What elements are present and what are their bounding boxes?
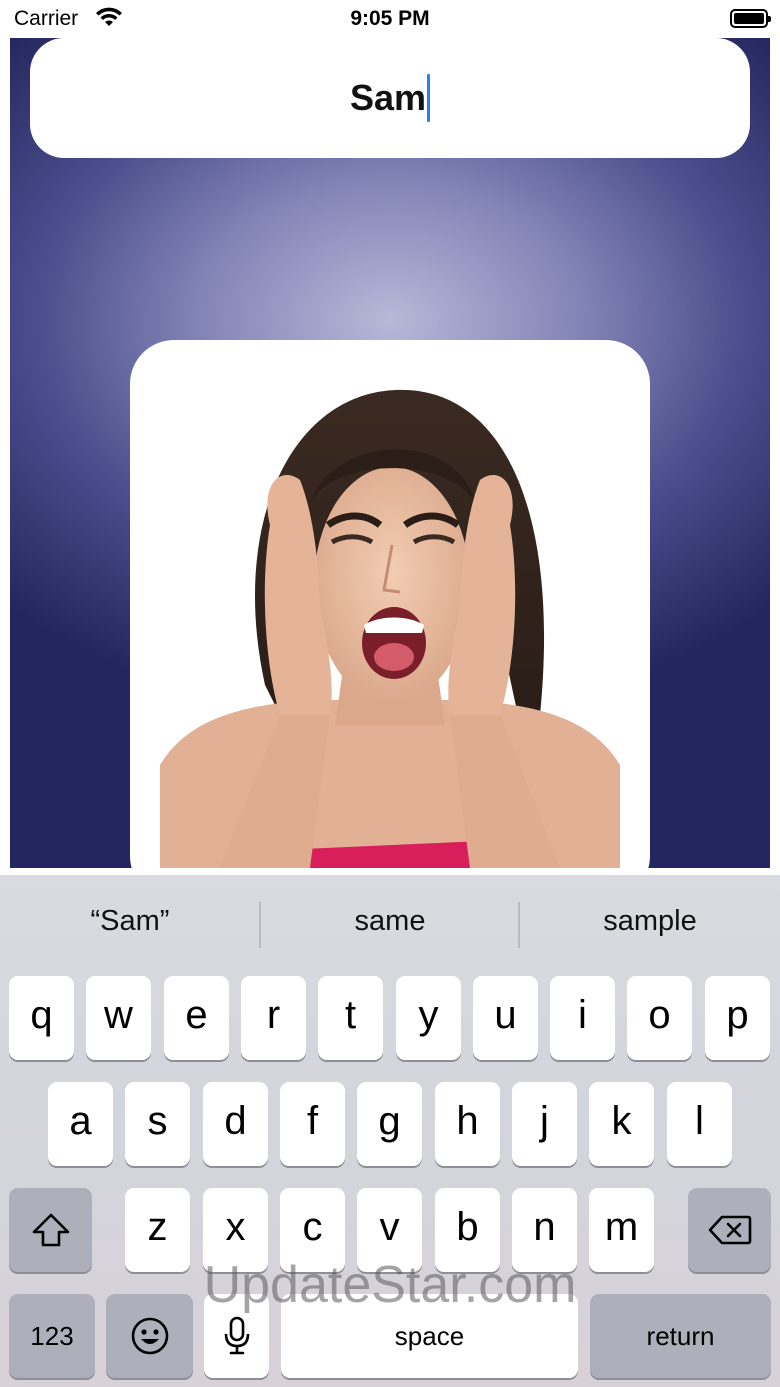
key-q[interactable]: q bbox=[9, 976, 74, 1060]
key-c[interactable]: c bbox=[280, 1188, 345, 1272]
key-y[interactable]: y bbox=[396, 976, 461, 1060]
key-z[interactable]: z bbox=[125, 1188, 190, 1272]
suggestion-3[interactable]: sample bbox=[520, 905, 780, 938]
shift-key[interactable] bbox=[9, 1188, 92, 1272]
shift-icon bbox=[32, 1213, 69, 1247]
space-key[interactable]: space bbox=[281, 1294, 578, 1378]
delete-key[interactable] bbox=[688, 1188, 771, 1272]
numbers-key[interactable]: 123 bbox=[9, 1294, 95, 1378]
key-e[interactable]: e bbox=[164, 976, 229, 1060]
key-i[interactable]: i bbox=[550, 976, 615, 1060]
keyboard: “Sam” same sample q w e r t y u i o p a … bbox=[0, 875, 780, 1387]
key-d[interactable]: d bbox=[203, 1082, 268, 1166]
key-l[interactable]: l bbox=[667, 1082, 732, 1166]
delete-icon bbox=[708, 1215, 751, 1245]
emoji-key[interactable] bbox=[106, 1294, 193, 1378]
photo-card[interactable] bbox=[130, 340, 650, 868]
key-t[interactable]: t bbox=[318, 976, 383, 1060]
key-r[interactable]: r bbox=[241, 976, 306, 1060]
microphone-key[interactable] bbox=[204, 1294, 269, 1378]
key-s[interactable]: s bbox=[125, 1082, 190, 1166]
suggestion-1[interactable]: “Sam” bbox=[0, 905, 260, 938]
name-input-value: Sam bbox=[349, 77, 427, 118]
key-a[interactable]: a bbox=[48, 1082, 113, 1166]
return-key[interactable]: return bbox=[590, 1294, 771, 1378]
microphone-icon bbox=[224, 1316, 249, 1355]
key-x[interactable]: x bbox=[203, 1188, 268, 1272]
name-input[interactable]: Sam bbox=[30, 38, 750, 158]
key-f[interactable]: f bbox=[280, 1082, 345, 1166]
key-v[interactable]: v bbox=[357, 1188, 422, 1272]
key-j[interactable]: j bbox=[512, 1082, 577, 1166]
key-m[interactable]: m bbox=[589, 1188, 654, 1272]
clock: 9:05 PM bbox=[350, 7, 430, 30]
emoji-icon bbox=[131, 1317, 168, 1355]
key-o[interactable]: o bbox=[627, 976, 692, 1060]
key-p[interactable]: p bbox=[705, 976, 770, 1060]
text-cursor bbox=[427, 74, 431, 122]
key-n[interactable]: n bbox=[512, 1188, 577, 1272]
key-w[interactable]: w bbox=[86, 976, 151, 1060]
suggestion-bar: “Sam” same sample bbox=[0, 875, 780, 975]
numbers-key-label: 123 bbox=[30, 1320, 74, 1351]
return-key-label: return bbox=[646, 1320, 715, 1351]
app-content: Sam bbox=[10, 38, 770, 868]
key-k[interactable]: k bbox=[589, 1082, 654, 1166]
key-h[interactable]: h bbox=[435, 1082, 500, 1166]
suggestion-2[interactable]: same bbox=[260, 905, 520, 938]
key-g[interactable]: g bbox=[357, 1082, 422, 1166]
status-bar: Carrier 9:05 PM bbox=[0, 0, 780, 40]
screaming-woman-photo bbox=[160, 385, 620, 868]
space-key-label: space bbox=[394, 1320, 465, 1351]
key-b[interactable]: b bbox=[435, 1188, 500, 1272]
battery-icon bbox=[730, 9, 771, 28]
key-u[interactable]: u bbox=[473, 976, 538, 1060]
